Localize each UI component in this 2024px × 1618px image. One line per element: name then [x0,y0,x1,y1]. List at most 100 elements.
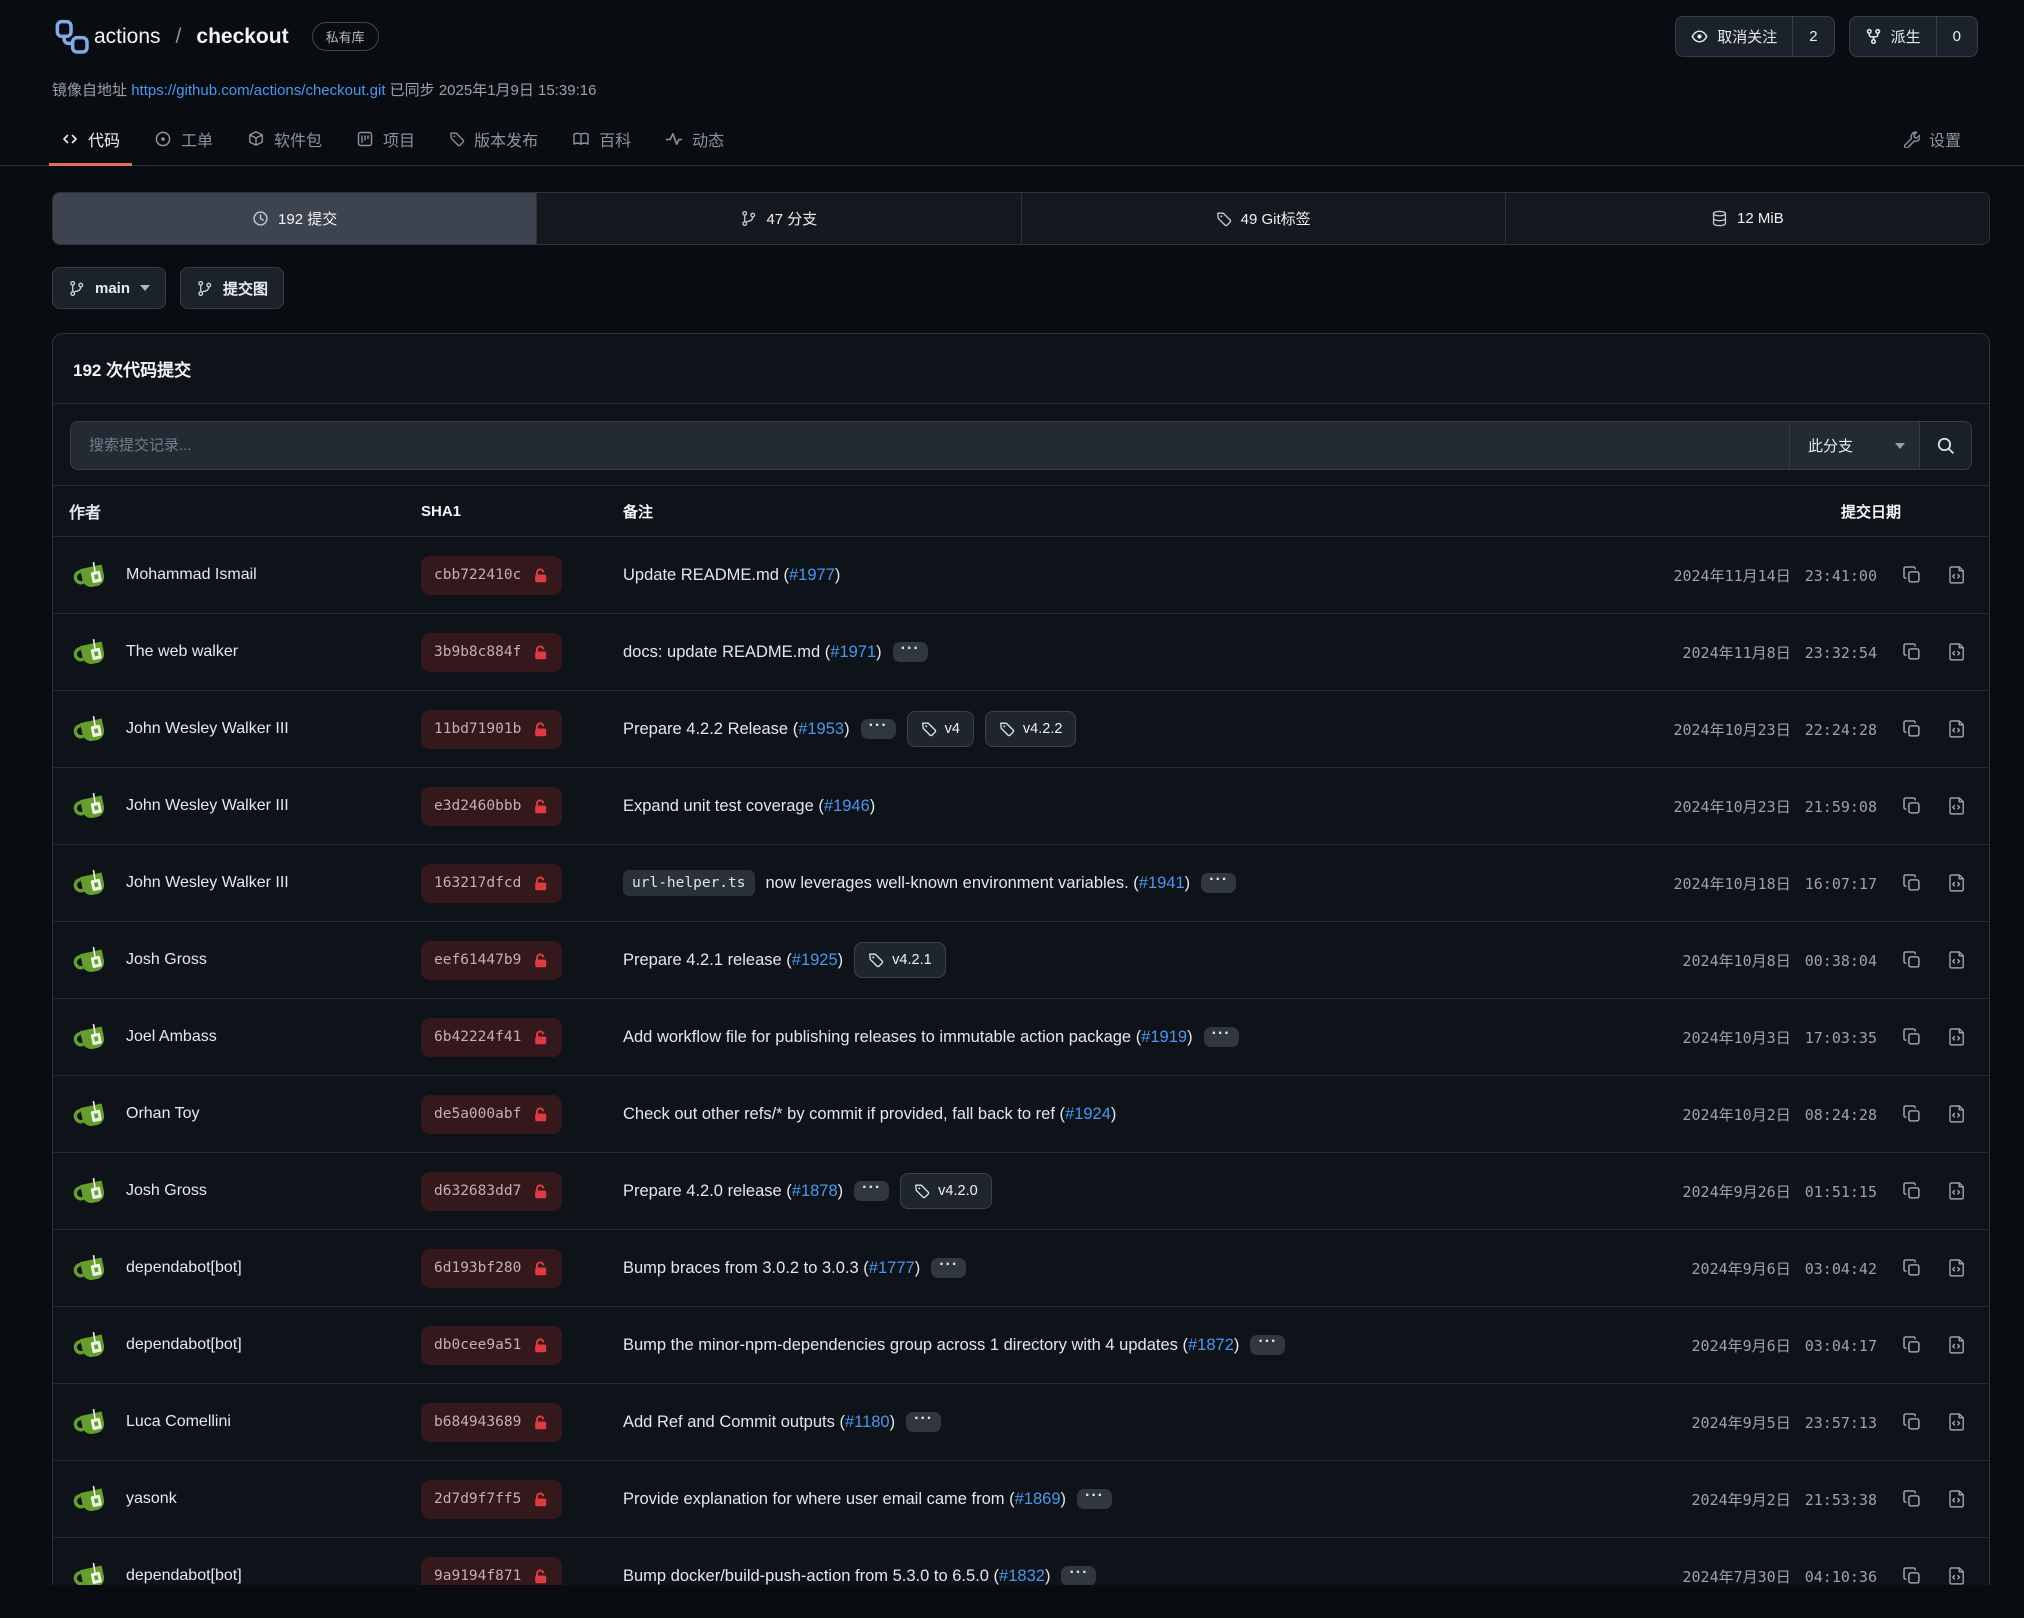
issue-link[interactable]: #1832 [999,1567,1045,1585]
tab-tag[interactable]: 版本发布 [437,116,550,166]
copy-sha-button[interactable] [1902,1489,1922,1509]
browse-source-button[interactable] [1947,1335,1967,1355]
expand-commit-body-button[interactable]: ··· [1077,1489,1112,1509]
avatar[interactable] [69,1246,113,1290]
stat-branch[interactable]: 47 分支 [536,193,1020,244]
browse-source-button[interactable] [1947,565,1967,585]
commit-sha-link[interactable]: d632683dd7 [421,1172,562,1211]
issue-link[interactable]: #1869 [1015,1490,1061,1508]
avatar[interactable] [69,1323,113,1367]
issue-link[interactable]: #1180 [845,1413,890,1431]
stat-database[interactable]: 12 MiB [1505,193,1989,244]
browse-source-button[interactable] [1947,1566,1967,1585]
browse-source-button[interactable] [1947,873,1967,893]
commit-search-input[interactable] [71,422,1789,469]
browse-source-button[interactable] [1947,1258,1967,1278]
browse-source-button[interactable] [1947,1489,1967,1509]
avatar[interactable] [69,1169,113,1213]
copy-sha-button[interactable] [1902,1027,1922,1047]
expand-commit-body-button[interactable]: ··· [1250,1335,1285,1355]
copy-sha-button[interactable] [1902,642,1922,662]
tab-package[interactable]: 软件包 [235,116,334,166]
expand-commit-body-button[interactable]: ··· [893,642,928,662]
issue-link[interactable]: #1946 [824,797,870,815]
expand-commit-body-button[interactable]: ··· [931,1258,966,1278]
issue-link[interactable]: #1872 [1188,1336,1234,1354]
watchers-count[interactable]: 2 [1792,17,1833,56]
search-button[interactable] [1919,422,1971,469]
commit-sha-link[interactable]: 6d193bf280 [421,1249,562,1288]
browse-source-button[interactable] [1947,1181,1967,1201]
tab-book[interactable]: 百科 [560,116,643,166]
commit-sha-link[interactable]: cbb722410c [421,556,562,595]
browse-source-button[interactable] [1947,796,1967,816]
browse-source-button[interactable] [1947,719,1967,739]
avatar[interactable] [69,553,113,597]
expand-commit-body-button[interactable]: ··· [854,1181,889,1201]
expand-commit-body-button[interactable]: ··· [1204,1027,1239,1047]
copy-sha-button[interactable] [1902,565,1922,585]
avatar[interactable] [69,861,113,905]
issue-link[interactable]: #1971 [830,643,876,661]
commit-sha-link[interactable]: eef61447b9 [421,941,562,980]
commit-sha-link[interactable]: 3b9b8c884f [421,633,562,672]
expand-commit-body-button[interactable]: ··· [906,1412,941,1432]
commit-sha-link[interactable]: de5a000abf [421,1095,562,1134]
repo-name-link[interactable]: checkout [196,25,288,49]
commit-sha-link[interactable]: db0cee9a51 [421,1326,562,1365]
issue-link[interactable]: #1777 [869,1259,915,1277]
copy-sha-button[interactable] [1902,1104,1922,1124]
copy-sha-button[interactable] [1902,873,1922,893]
commit-sha-link[interactable]: 6b42224f41 [421,1018,562,1057]
tab-settings[interactable]: 设置 [1890,116,1973,166]
commit-sha-link[interactable]: 11bd71901b [421,710,562,749]
copy-sha-button[interactable] [1902,1258,1922,1278]
browse-source-button[interactable] [1947,1104,1967,1124]
browse-source-button[interactable] [1947,950,1967,970]
commit-sha-link[interactable]: e3d2460bbb [421,787,562,826]
expand-commit-body-button[interactable]: ··· [1201,873,1236,893]
commit-graph-button[interactable]: 提交图 [180,267,284,309]
repo-owner-link[interactable]: actions [94,25,161,49]
avatar[interactable] [69,1477,113,1521]
tag-badge[interactable]: v4 [907,711,974,747]
issue-link[interactable]: #1919 [1141,1028,1187,1046]
avatar[interactable] [69,1554,113,1585]
browse-source-button[interactable] [1947,1412,1967,1432]
issue-link[interactable]: #1924 [1065,1105,1111,1123]
unwatch-button[interactable]: 取消关注 [1676,17,1792,56]
avatar[interactable] [69,707,113,751]
issue-link[interactable]: #1953 [798,720,844,738]
avatar[interactable] [69,630,113,674]
browse-source-button[interactable] [1947,642,1967,662]
copy-sha-button[interactable] [1902,796,1922,816]
tab-issue[interactable]: 工单 [142,116,225,166]
forks-count[interactable]: 0 [1936,17,1977,56]
copy-sha-button[interactable] [1902,1566,1922,1585]
avatar[interactable] [69,784,113,828]
expand-commit-body-button[interactable]: ··· [1061,1566,1096,1585]
commit-sha-link[interactable]: 9a9194f871 [421,1557,562,1586]
copy-sha-button[interactable] [1902,1412,1922,1432]
copy-sha-button[interactable] [1902,950,1922,970]
branch-selector[interactable]: main [52,267,166,309]
commit-sha-link[interactable]: 163217dfcd [421,864,562,903]
browse-source-button[interactable] [1947,1027,1967,1047]
stat-history[interactable]: 192 提交 [53,193,536,244]
stat-tag[interactable]: 49 Git标签 [1021,193,1505,244]
tag-badge[interactable]: v4.2.0 [900,1173,992,1209]
issue-link[interactable]: #1977 [789,566,835,584]
copy-sha-button[interactable] [1902,1335,1922,1355]
fork-button[interactable]: 派生 [1850,17,1936,56]
tab-code[interactable]: 代码 [49,116,132,166]
branch-scope-select[interactable]: 此分支 [1789,422,1919,469]
expand-commit-body-button[interactable]: ··· [861,719,896,739]
commit-sha-link[interactable]: b684943689 [421,1403,562,1442]
tab-activity[interactable]: 动态 [653,116,736,166]
tag-badge[interactable]: v4.2.2 [985,711,1077,747]
issue-link[interactable]: #1941 [1139,874,1185,892]
commit-sha-link[interactable]: 2d7d9f7ff5 [421,1480,562,1519]
issue-link[interactable]: #1925 [792,951,838,969]
avatar[interactable] [69,1400,113,1444]
avatar[interactable] [69,1092,113,1136]
